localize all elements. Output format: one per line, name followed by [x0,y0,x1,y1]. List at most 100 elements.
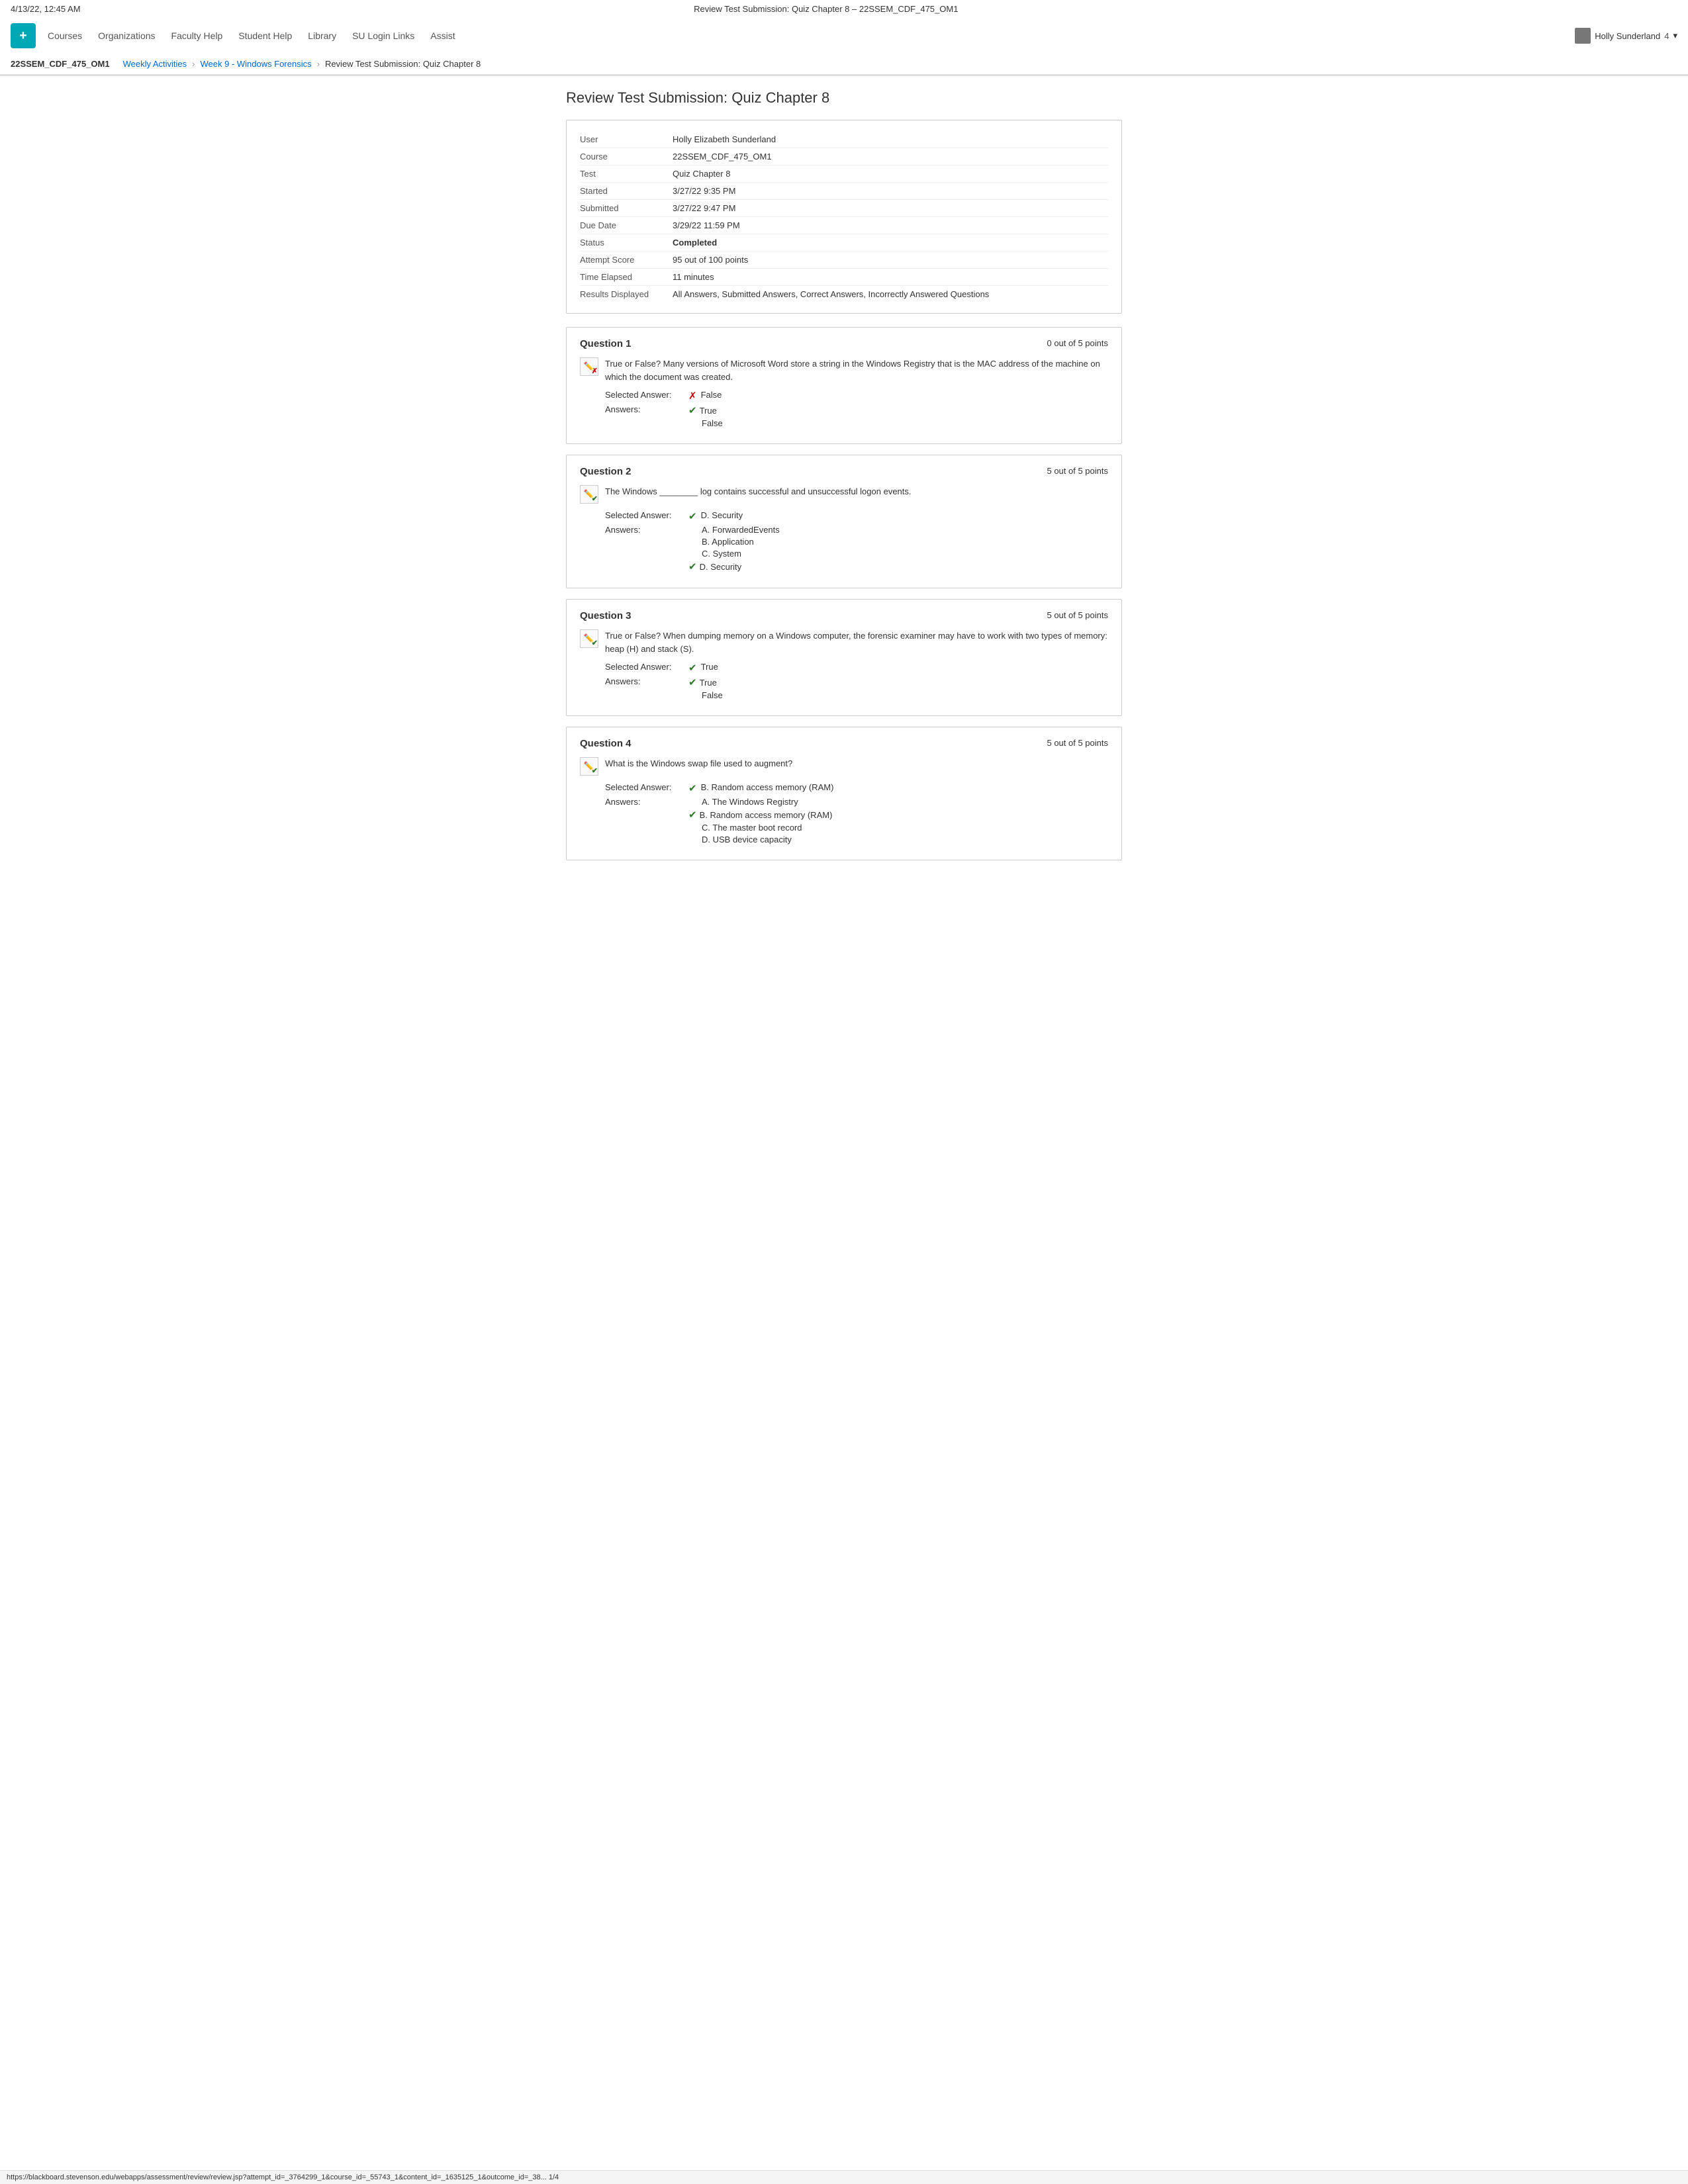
question-3-text: True or False? When dumping memory on a … [605,629,1108,655]
info-row-course: Course 22SSEM_CDF_475_OM1 [580,148,1108,165]
question-2-answer-3-text: D. Security [700,562,742,572]
info-row-score: Attempt Score 95 out of 100 points [580,251,1108,269]
question-4-block: Question 4 5 out of 5 points ✏️ ✔ What i… [566,727,1122,860]
url-bar: https://blackboard.stevenson.edu/webapps… [0,2170,1688,2184]
info-label-due-date: Due Date [580,220,673,230]
question-2-header: Question 2 5 out of 5 points [580,466,1108,477]
question-2-answer-1-text: B. Application [702,537,754,547]
question-3-block: Question 3 5 out of 5 points ✏️ ✔ True o… [566,599,1122,716]
question-3-answer-1: False [688,690,723,700]
nav-links: Courses Organizations Faculty Help Stude… [48,30,455,41]
nav-faculty-help[interactable]: Faculty Help [171,30,223,41]
info-row-submitted: Submitted 3/27/22 9:47 PM [580,200,1108,217]
question-1-text: True or False? Many versions of Microsof… [605,357,1108,383]
question-3-selected-icon: ✔ [688,662,697,674]
question-1-answers-list: ✔ True False [688,404,723,430]
question-3-selected-value: True [701,662,718,672]
question-2-answers-label: Answers: [605,525,684,535]
question-4-points: 5 out of 5 points [1047,738,1108,748]
correct-icon-q4-1: ✔ [688,809,697,821]
nav-courses[interactable]: Courses [48,30,82,41]
breadcrumb-week9[interactable]: Week 9 - Windows Forensics [201,59,312,69]
question-2-answer-2-text: C. System [702,549,741,559]
breadcrumb-course[interactable]: 22SSEM_CDF_475_OM1 [11,59,110,69]
question-4-answer-0-text: A. The Windows Registry [702,797,798,807]
nav-assist[interactable]: Assist [430,30,455,41]
question-4-answer-1: ✔ B. Random access memory (RAM) [688,809,832,821]
question-1-selected-icon: ✗ [688,390,697,402]
nav-student-help[interactable]: Student Help [238,30,292,41]
question-1-selected-row: Selected Answer: ✗ False [605,390,1108,402]
question-2-answer-1: B. Application [688,537,780,547]
question-3-answers-list: ✔ True False [688,676,723,702]
question-3-body: ✏️ ✔ True or False? When dumping memory … [580,629,1108,655]
question-4-answers-label: Answers: [605,797,684,807]
user-name: Holly Sunderland [1595,31,1660,41]
question-1-answers-row: Answers: ✔ True False [605,404,1108,430]
nav-organizations[interactable]: Organizations [98,30,155,41]
question-1-answer-1: False [688,418,723,428]
info-label-test: Test [580,169,673,179]
header: 4/13/22, 12:45 AM Review Test Submission… [0,0,1688,76]
nav-library[interactable]: Library [308,30,336,41]
question-4-header: Question 4 5 out of 5 points [580,738,1108,749]
info-value-results: All Answers, Submitted Answers, Correct … [673,289,989,299]
question-1-answers-label: Answers: [605,404,684,414]
question-2-selected-label: Selected Answer: [605,510,684,520]
info-label-score: Attempt Score [580,255,673,265]
info-label-started: Started [580,186,673,196]
question-4-answer-0: A. The Windows Registry [688,797,832,807]
question-2-selected-value: D. Security [701,510,743,520]
question-3-points: 5 out of 5 points [1047,610,1108,620]
info-row-time: Time Elapsed 11 minutes [580,269,1108,286]
question-2-body: ✏️ ✔ The Windows ________ log contains s… [580,485,1108,504]
browser-page-title: Review Test Submission: Quiz Chapter 8 –… [694,4,958,14]
info-label-user: User [580,134,673,144]
info-label-status: Status [580,238,673,248]
question-1-title: Question 1 [580,338,632,349]
question-1-answer-0: ✔ True [688,404,723,416]
question-4-selected-value: B. Random access memory (RAM) [701,782,834,792]
question-1-selected-label: Selected Answer: [605,390,684,400]
question-2-answers-list: A. ForwardedEvents B. Application C. Sys… [688,525,780,574]
info-row-results: Results Displayed All Answers, Submitted… [580,286,1108,302]
info-row-started: Started 3/27/22 9:35 PM [580,183,1108,200]
question-3-icon: ✏️ ✔ [580,629,598,648]
logo[interactable]: + [11,23,36,48]
correct-icon-q3-0: ✔ [688,676,697,688]
question-4-answer-2: C. The master boot record [688,823,832,833]
question-2-block: Question 2 5 out of 5 points ✏️ ✔ The Wi… [566,455,1122,588]
question-1-block: Question 1 0 out of 5 points ✏️ ✗ True o… [566,327,1122,444]
info-value-time: 11 minutes [673,272,714,282]
info-value-submitted: 3/27/22 9:47 PM [673,203,735,213]
navigation-bar: + Courses Organizations Faculty Help Stu… [0,18,1688,54]
question-2-answer-0-text: A. ForwardedEvents [702,525,780,535]
question-3-answers-row: Answers: ✔ True False [605,676,1108,702]
info-value-test: Quiz Chapter 8 [673,169,730,179]
dropdown-icon[interactable]: ▾ [1673,30,1677,41]
info-row-user: User Holly Elizabeth Sunderland [580,131,1108,148]
question-1-selected-value: False [701,390,722,400]
question-4-body: ✏️ ✔ What is the Windows swap file used … [580,757,1108,776]
breadcrumb-current: Review Test Submission: Quiz Chapter 8 [325,59,481,69]
question-4-answers-row: Answers: A. The Windows Registry ✔ B. Ra… [605,797,1108,846]
page-heading: Review Test Submission: Quiz Chapter 8 [566,89,1122,107]
question-3-selected-row: Selected Answer: ✔ True [605,662,1108,674]
question-4-answers: Selected Answer: ✔ B. Random access memo… [605,782,1108,846]
breadcrumb-weekly-activities[interactable]: Weekly Activities [123,59,187,69]
nav-su-login[interactable]: SU Login Links [352,30,414,41]
question-4-title: Question 4 [580,738,632,749]
x-icon: ✗ [592,367,598,375]
question-1-header: Question 1 0 out of 5 points [580,338,1108,349]
question-4-answer-1-text: B. Random access memory (RAM) [700,810,833,820]
question-4-text: What is the Windows swap file used to au… [605,757,1108,776]
user-number: 4 [1664,31,1669,41]
info-value-started: 3/27/22 9:35 PM [673,186,735,196]
question-3-title: Question 3 [580,610,632,621]
main-content: Review Test Submission: Quiz Chapter 8 U… [539,76,1149,897]
info-label-results: Results Displayed [580,289,673,299]
question-3-answers: Selected Answer: ✔ True Answers: ✔ True … [605,662,1108,702]
user-section: Holly Sunderland 4 ▾ [1575,28,1677,44]
question-1-icon: ✏️ ✗ [580,357,598,376]
question-4-answers-list: A. The Windows Registry ✔ B. Random acce… [688,797,832,846]
